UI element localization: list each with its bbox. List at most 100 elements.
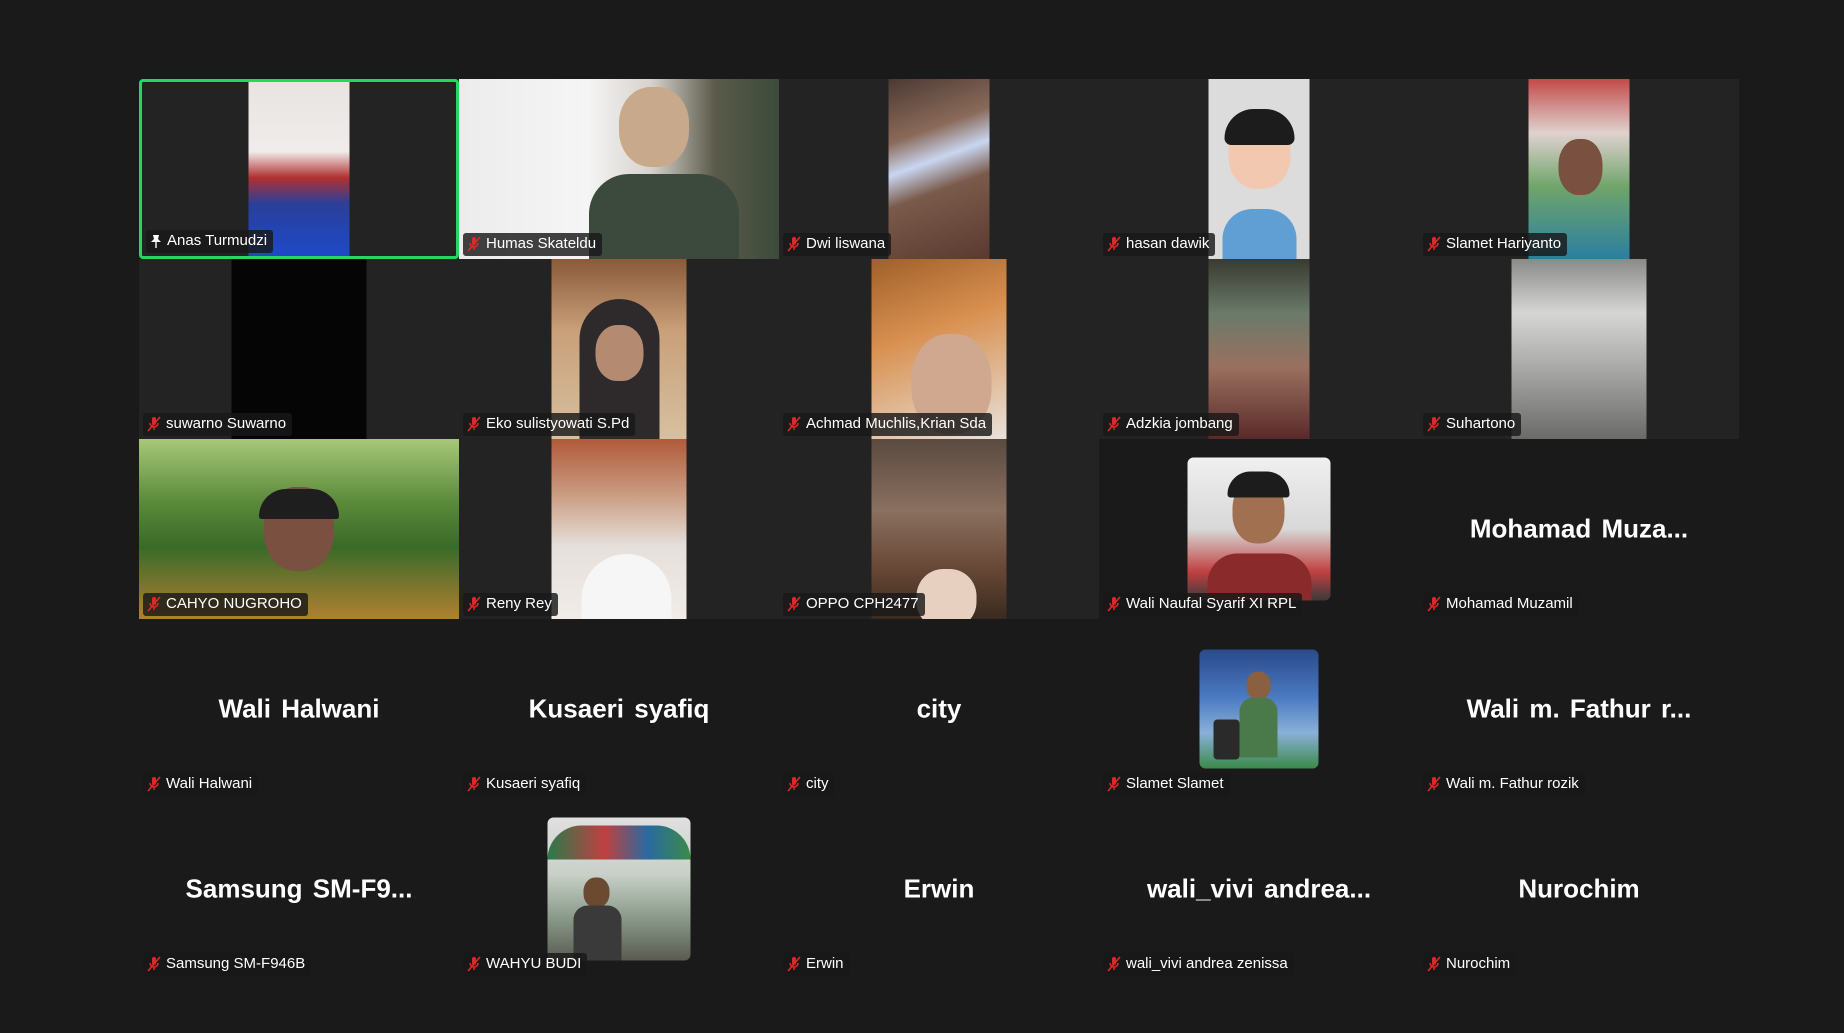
participant-tile-eko-sulistyowati[interactable]: Eko sulistyowati S.Pd [459,259,779,439]
name-tag: Slamet Hariyanto [1423,233,1568,256]
participant-video [139,439,459,619]
name-tag: Wali m. Fathur rozik [1423,773,1585,796]
participant-display-name: Kusaeri syafiq [528,693,710,724]
participant-tile-nurochim[interactable]: Nurochim Nurochim [1419,799,1739,979]
name-tag: Slamet Slamet [1103,773,1230,796]
participant-tile-achmad-muchlis[interactable]: Achmad Muchlis,Krian Sda [779,259,1099,439]
muted-mic-icon [1427,416,1441,432]
participant-name: Kusaeri syafiq [486,775,581,792]
muted-mic-icon [787,956,801,972]
participant-tile-dwi-liswana[interactable]: Dwi liswana [779,79,1099,259]
participant-display-name: Wali Halwani [218,693,380,724]
muted-mic-icon [467,416,481,432]
participant-video [871,439,1007,619]
participant-name: Eko sulistyowati S.Pd [486,415,630,432]
muted-mic-icon [147,596,161,612]
participant-display-name: Wali m. Fathur r... [1466,693,1692,724]
participant-video [1208,259,1310,439]
muted-mic-icon [147,776,161,792]
participant-tile-reny-rey[interactable]: Reny Rey [459,439,779,619]
muted-mic-icon [147,416,161,432]
muted-mic-icon [787,236,801,252]
muted-mic-icon [1107,416,1121,432]
participant-tile-suwarno-suwarno[interactable]: suwarno Suwarno [139,259,459,439]
name-tag: Kusaeri syafiq [463,773,587,796]
name-tag: Humas Skateldu [463,233,603,256]
participant-name: Nurochim [1446,955,1511,972]
name-tag: wali_vivi andrea zenissa [1103,953,1294,976]
name-tag: city [783,773,835,796]
participant-tile-mohamad-muzamil[interactable]: Mohamad Muza... Mohamad Muzamil [1419,439,1739,619]
participant-video [1208,79,1310,259]
name-tag: Wali Halwani [143,773,259,796]
participant-video [231,259,367,439]
participant-tile-erwin[interactable]: Erwin Erwin [779,799,1099,979]
participant-name: Wali Halwani [166,775,253,792]
participant-video [1528,79,1630,259]
participant-name: Mohamad Muzamil [1446,595,1573,612]
muted-mic-icon [1107,596,1121,612]
muted-mic-icon [1427,956,1441,972]
participant-tile-wali-vivi[interactable]: wali_vivi andrea... wali_vivi andrea zen… [1099,799,1419,979]
participant-video [871,259,1007,439]
name-tag: Samsung SM-F946B [143,953,312,976]
participant-tile-oppo-cph2477[interactable]: OPPO CPH2477 [779,439,1099,619]
name-tag: OPPO CPH2477 [783,593,925,616]
participant-tile-kusaeri-syafiq[interactable]: Kusaeri syafiq Kusaeri syafiq [459,619,779,799]
participant-name: Wali m. Fathur rozik [1446,775,1579,792]
participant-name: Wali Naufal Syarif XI RPL [1126,595,1297,612]
participant-tile-suhartono[interactable]: Suhartono [1419,259,1739,439]
participant-name: Adzkia jombang [1126,415,1233,432]
participant-tile-adzkia-jombang[interactable]: Adzkia jombang [1099,259,1419,439]
participant-tile-slamet-slamet[interactable]: Slamet Slamet [1099,619,1419,799]
muted-mic-icon [1427,236,1441,252]
name-tag: Dwi liswana [783,233,892,256]
muted-mic-icon [147,956,161,972]
muted-mic-icon [467,956,481,972]
participant-tile-wahyu-budi[interactable]: WAHYU BUDI [459,799,779,979]
participant-video [551,259,687,439]
participant-name: Reny Rey [486,595,552,612]
participant-tile-cahyo-nugroho[interactable]: CAHYO NUGROHO [139,439,459,619]
participant-video [459,79,779,259]
name-tag: WAHYU BUDI [463,953,588,976]
participant-name: OPPO CPH2477 [806,595,919,612]
participant-tile-samsung-sm-f946b[interactable]: Samsung SM-F9... Samsung SM-F946B [139,799,459,979]
name-tag: Mohamad Muzamil [1423,593,1579,616]
muted-mic-icon [467,776,481,792]
muted-mic-icon [467,236,481,252]
name-tag: Achmad Muchlis,Krian Sda [783,413,993,436]
participant-tile-wali-halwani[interactable]: Wali Halwani Wali Halwani [139,619,459,799]
participant-name: Slamet Slamet [1126,775,1224,792]
name-tag: hasan dawik [1103,233,1216,256]
participant-video [1511,259,1647,439]
muted-mic-icon [787,776,801,792]
participant-tile-slamet-hariyanto[interactable]: Slamet Hariyanto [1419,79,1739,259]
participant-name: CAHYO NUGROHO [166,595,302,612]
participant-tile-anas-turmudzi[interactable]: Anas Turmudzi [139,79,459,259]
participant-tile-humas-skateldu[interactable]: Humas Skateldu [459,79,779,259]
muted-mic-icon [787,596,801,612]
name-tag: Adzkia jombang [1103,413,1239,436]
name-tag: Eko sulistyowati S.Pd [463,413,636,436]
participant-name: city [806,775,829,792]
participant-name: hasan dawik [1126,235,1210,252]
name-tag: Wali Naufal Syarif XI RPL [1103,593,1303,616]
muted-mic-icon [1107,776,1121,792]
participant-tile-wali-fathur-rozik[interactable]: Wali m. Fathur r... Wali m. Fathur rozik [1419,619,1739,799]
participant-tile-hasan-dawik[interactable]: hasan dawik [1099,79,1419,259]
participant-tile-city[interactable]: city city [779,619,1099,799]
participant-display-name: Mohamad Muza... [1469,513,1689,544]
muted-mic-icon [1107,236,1121,252]
participant-tile-wali-naufal[interactable]: Wali Naufal Syarif XI RPL [1099,439,1419,619]
participant-name: Suhartono [1446,415,1516,432]
participant-name: WAHYU BUDI [486,955,582,972]
participant-name: Erwin [806,955,844,972]
participant-name: suwarno Suwarno [166,415,287,432]
participant-video [551,439,687,619]
participant-display-name: Samsung SM-F9... [185,873,413,904]
participant-display-name: wali_vivi andrea... [1146,873,1372,904]
participant-display-name: city [916,693,962,724]
name-tag: suwarno Suwarno [143,413,293,436]
participant-display-name: Erwin [903,873,975,904]
